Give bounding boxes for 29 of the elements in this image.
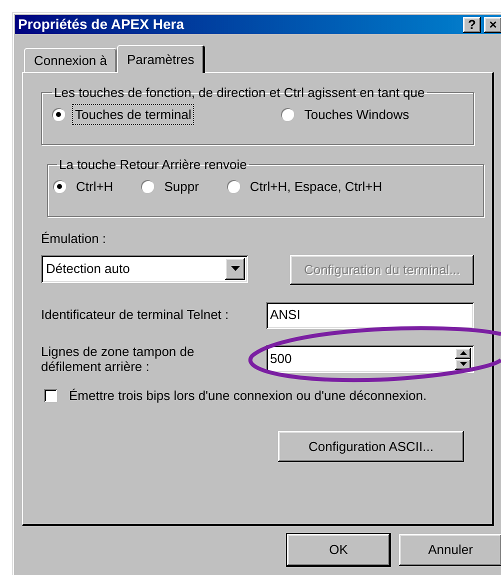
- radio-label: Suppr: [163, 178, 200, 196]
- emulation-label: Émulation :: [41, 230, 108, 248]
- radio-label: Touches de terminal: [73, 104, 194, 124]
- help-button[interactable]: ?: [463, 16, 481, 32]
- telnet-id-field[interactable]: ANSI: [266, 302, 474, 328]
- telnet-id-label: Identificateur de terminal Telnet :: [41, 306, 229, 324]
- radio-label: Ctrl+H, Espace, Ctrl+H: [248, 178, 384, 196]
- scrollback-spin-field[interactable]: 500: [266, 344, 474, 372]
- radio-button[interactable]: [53, 180, 66, 193]
- beep-checkbox-label: Émettre trois bips lors d'une connexion ou d'une déconnexion.: [69, 386, 427, 405]
- radio-label: Touches Windows: [303, 106, 410, 124]
- close-button[interactable]: ×: [484, 16, 501, 32]
- emulation-dropdown[interactable]: Détection auto: [41, 254, 248, 282]
- scrollback-label: Lignes de zone tampon de défilement arrière :: [41, 344, 196, 374]
- group-label: Les touches de fonction, de direction et Ctrl agissent en tant que: [53, 84, 426, 102]
- beep-checkbox[interactable]: [44, 388, 57, 402]
- radio-button[interactable]: [52, 108, 65, 121]
- radio-button[interactable]: [226, 180, 240, 193]
- cancel-button[interactable]: Annuler: [399, 534, 501, 566]
- tab[interactable]: Connexion à: [24, 48, 117, 72]
- tab[interactable]: Paramètres: [117, 45, 206, 73]
- radio-button[interactable]: [141, 180, 154, 193]
- spin-arrows-icon: [455, 348, 471, 370]
- ascii-config-button[interactable]: Configuration ASCII...: [278, 431, 464, 462]
- group-label: La touche Retour Arrière renvoie: [58, 156, 248, 174]
- ok-button[interactable]: OK: [287, 534, 390, 566]
- radio-label: Ctrl+H: [75, 178, 114, 196]
- radio-button[interactable]: [281, 108, 294, 121]
- window-title: Propriétés de APEX Hera: [18, 15, 184, 34]
